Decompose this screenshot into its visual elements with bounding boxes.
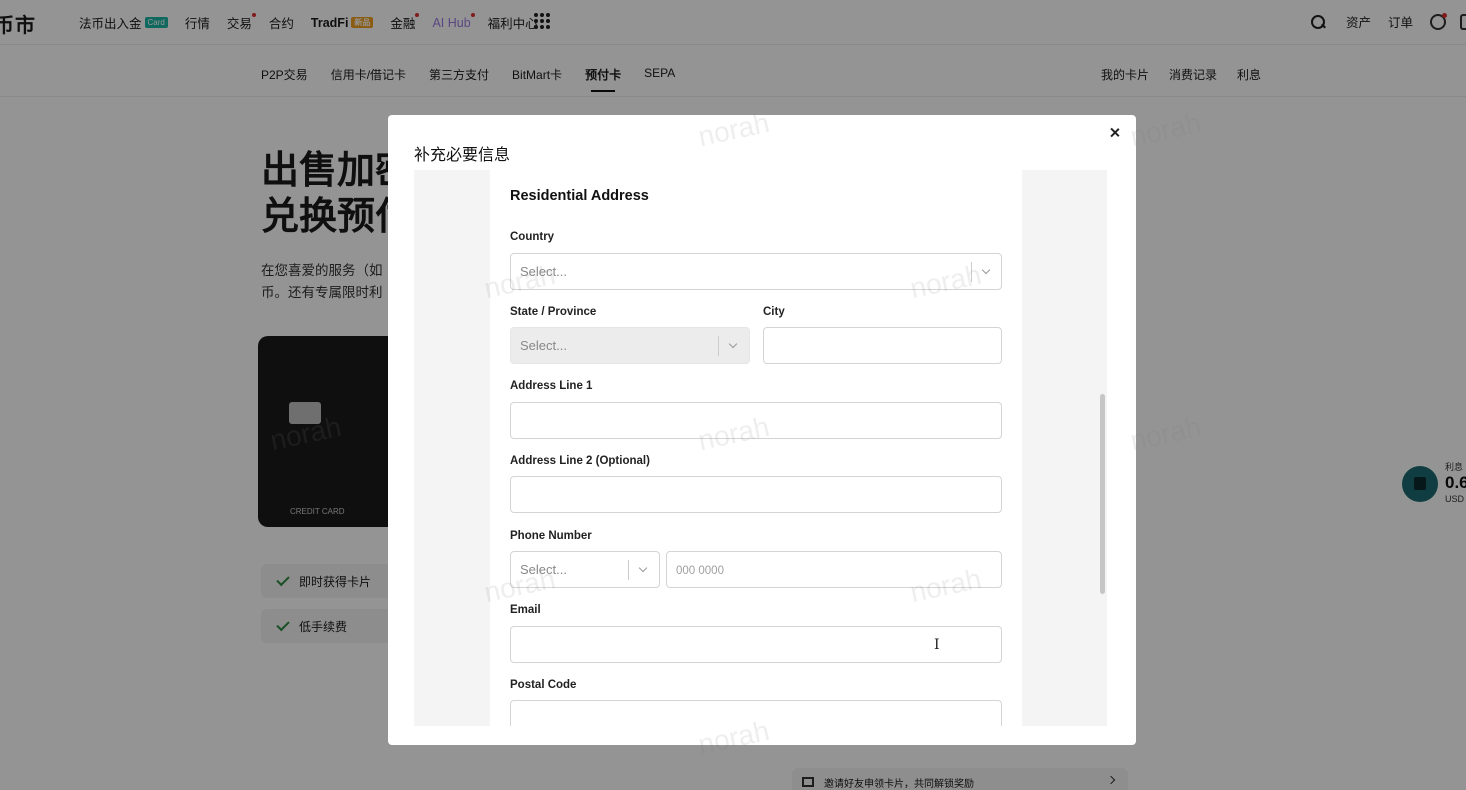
phone-country-code-select[interactable]: Select... [510,551,660,588]
select-separator [628,560,629,580]
email-label: Email [510,604,541,616]
select-separator [718,336,719,356]
scrollbar-thumb[interactable] [1100,394,1105,594]
modal-scrollbar[interactable] [1097,170,1107,726]
state-label: State / Province [510,306,597,318]
text-cursor-icon: I [934,637,940,653]
section-title: Residential Address [510,188,649,204]
address-line-1-input[interactable] [510,402,1002,439]
state-select-value: Select... [520,338,567,353]
chevron-down-icon [728,339,738,349]
city-input[interactable] [763,327,1002,364]
city-label: City [763,306,785,318]
email-input[interactable] [510,626,1002,663]
close-icon[interactable] [1108,126,1122,140]
country-label: Country [510,231,555,243]
required-info-modal: 补充必要信息 Residential Address Country Selec… [388,115,1136,745]
phone-label: Phone Number [510,530,592,542]
select-separator [971,262,972,282]
chevron-down-icon [638,563,648,573]
chevron-down-icon [981,265,991,275]
form-frame: Residential Address Country Select... St… [414,170,1097,726]
phone-code-value: Select... [520,562,567,577]
address-line-1-label: Address Line 1 [510,380,593,392]
postal-code-label: Postal Code [510,679,577,691]
phone-placeholder: 000 0000 [676,565,724,577]
postal-code-input[interactable] [510,700,1002,726]
address-form: Residential Address Country Select... St… [490,170,1022,726]
country-select[interactable]: Select... [510,253,1002,290]
address-line-2-input[interactable] [510,476,1002,513]
phone-number-input[interactable]: 000 0000 [666,551,1002,588]
state-select[interactable]: Select... [510,327,750,364]
address-line-2-label: Address Line 2 (Optional) [510,455,650,467]
country-select-value: Select... [520,264,567,279]
modal-title: 补充必要信息 [414,147,511,164]
